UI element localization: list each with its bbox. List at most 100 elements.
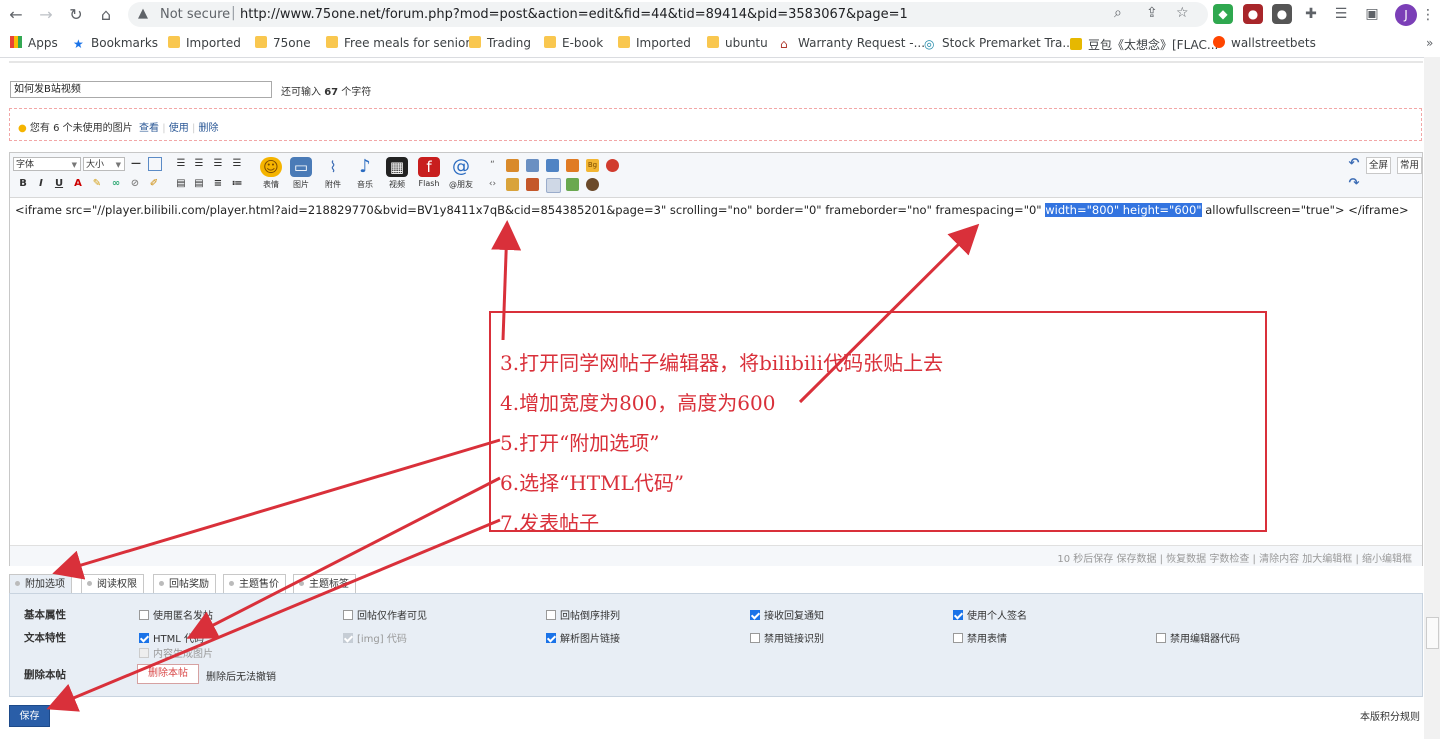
clear-format-icon[interactable]: ✐	[147, 177, 161, 191]
forward-icon[interactable]: →	[34, 4, 58, 26]
checkbox-checked[interactable]	[953, 610, 963, 620]
bookmark-apps[interactable]: Apps	[10, 36, 58, 50]
zoom-icon[interactable]: ⌕	[1114, 5, 1122, 21]
url-text[interactable]: http://www.75one.net/forum.php?mod=post&…	[240, 7, 908, 22]
align-left-icon[interactable]: ☰	[174, 157, 188, 171]
tab-read-permission[interactable]: 阅读权限	[81, 574, 144, 593]
underline-icon[interactable]: U	[52, 177, 66, 191]
delete-link[interactable]: 删除	[199, 123, 219, 134]
tab-extra-options[interactable]: 附加选项	[9, 574, 72, 593]
float-left-icon[interactable]: ▤	[174, 177, 188, 191]
save-button[interactable]: 保存	[9, 705, 50, 727]
tab-reply-reward[interactable]: 回帖奖励	[153, 574, 216, 593]
justify-icon[interactable]: ☰	[230, 157, 244, 171]
attach-button[interactable]: ⌇ 附件	[316, 157, 350, 190]
view-link[interactable]: 查看	[139, 123, 159, 134]
bold-icon[interactable]: B	[16, 177, 30, 191]
bookmark-wallstreetbets[interactable]: wallstreetbets	[1213, 36, 1316, 50]
bookmark-doubao[interactable]: 豆包《太想念》[FLAC...	[1070, 36, 1218, 53]
bg-icon[interactable]: Bg	[586, 159, 599, 172]
qq-icon[interactable]	[606, 159, 619, 172]
option-parse-image-links[interactable]: 解析图片链接	[546, 630, 620, 645]
address-bar[interactable]: ▲ Not secure | http://www.75one.net/foru…	[128, 2, 1208, 27]
undo-icon[interactable]: ↶	[1347, 157, 1361, 171]
profile-avatar[interactable]: J	[1395, 4, 1417, 26]
checkbox-checked[interactable]	[750, 610, 760, 620]
bookmark-ebook[interactable]: E-book	[544, 36, 603, 50]
bookmark-free-meals[interactable]: Free meals for senior	[326, 36, 470, 50]
checkbox[interactable]	[1156, 633, 1166, 643]
quote-icon[interactable]: “	[486, 159, 499, 172]
subject-input[interactable]: 如何发B站视频	[10, 81, 272, 98]
unlink-icon[interactable]: ⊘	[128, 177, 142, 191]
option-reply-notify[interactable]: 接收回复通知	[750, 607, 824, 622]
option-disable-smilies[interactable]: 禁用表情	[953, 630, 1007, 645]
page-break-icon[interactable]	[546, 159, 559, 172]
common-button[interactable]: 常用	[1397, 157, 1422, 174]
checkbox[interactable]	[343, 610, 353, 620]
option-html-code[interactable]: HTML 代码	[139, 630, 204, 645]
code-icon[interactable]: ‹›	[486, 178, 499, 191]
record-icon[interactable]	[586, 178, 599, 191]
bookmark-trading[interactable]: Trading	[469, 36, 531, 50]
align-center-icon[interactable]: ☰	[192, 157, 206, 171]
home-icon[interactable]: ⌂	[94, 4, 118, 26]
index-icon[interactable]	[566, 159, 579, 172]
checkbox-checked[interactable]	[546, 633, 556, 643]
bookmark-stock-premarket[interactable]: ◎ Stock Premarket Tra...	[924, 36, 1074, 50]
bookmark-imported-2[interactable]: Imported	[618, 36, 691, 50]
password-icon[interactable]	[506, 178, 519, 191]
reading-list-icon[interactable]: ☰	[1331, 4, 1351, 24]
float-right-icon[interactable]: ▤	[192, 177, 206, 191]
paid-icon[interactable]	[526, 178, 539, 191]
image-button[interactable]: ▭ 图片	[284, 157, 318, 190]
mention-button[interactable]: @ @朋友	[444, 157, 478, 190]
checkbox-checked[interactable]	[139, 633, 149, 643]
option-disable-link-recognition[interactable]: 禁用链接识别	[750, 630, 824, 645]
music-button[interactable]: ♪ 音乐	[348, 157, 382, 190]
extension-shield-icon[interactable]: ◆	[1213, 4, 1233, 24]
bookmark-ubuntu[interactable]: ubuntu	[707, 36, 768, 50]
italic-icon[interactable]: I	[34, 177, 48, 191]
option-anonymous[interactable]: 使用匿名发帖	[139, 607, 213, 622]
page-scrollbar[interactable]	[1424, 57, 1440, 739]
scrollbar-thumb[interactable]	[1426, 617, 1439, 649]
size-select[interactable]: 大小 ▼	[83, 157, 125, 171]
tab-thread-price[interactable]: 主题售价	[223, 574, 286, 593]
share-icon[interactable]: ⇪	[1146, 5, 1158, 21]
fullscreen-button[interactable]: 全屏	[1366, 157, 1392, 174]
bulleted-list-icon[interactable]: ≔	[230, 177, 244, 191]
checkbox[interactable]	[750, 633, 760, 643]
checkbox[interactable]	[546, 610, 556, 620]
font-color-icon[interactable]: A	[71, 177, 85, 191]
table-insert-icon[interactable]	[546, 178, 561, 193]
redo-icon[interactable]: ↷	[1347, 177, 1361, 191]
horizontal-rule-icon[interactable]: —	[129, 157, 143, 171]
editor-status-text[interactable]: 10 秒后保存 保存数据 | 恢复数据 字数检查 | 清除内容 加大编辑框 | …	[1057, 550, 1412, 565]
option-disable-editor-code[interactable]: 禁用编辑器代码	[1156, 630, 1240, 645]
checkbox[interactable]	[953, 633, 963, 643]
align-right-icon[interactable]: ☰	[211, 157, 225, 171]
ordered-list-icon[interactable]: ≡	[211, 177, 225, 191]
bookmark-75one[interactable]: 75one	[255, 36, 311, 50]
option-signature[interactable]: 使用个人签名	[953, 607, 1027, 622]
font-select[interactable]: 字体 ▼	[13, 157, 81, 171]
bookmarks-overflow-icon[interactable]: »	[1426, 36, 1433, 50]
link-icon[interactable]: ∞	[109, 177, 123, 191]
delete-post-button[interactable]: 删除本帖	[137, 664, 199, 684]
option-reply-author-only[interactable]: 回帖仅作者可见	[343, 607, 427, 622]
star-icon[interactable]: ☆	[1176, 5, 1189, 21]
free-icon[interactable]	[526, 159, 539, 172]
table-icon[interactable]	[148, 157, 162, 171]
extensions-puzzle-icon[interactable]: ✚	[1301, 4, 1321, 24]
reload-icon[interactable]: ↻	[64, 4, 88, 26]
flash-button[interactable]: f Flash	[412, 157, 446, 188]
video-button[interactable]: ▦ 视频	[380, 157, 414, 190]
emoji-button[interactable]: ☺ 表情	[254, 157, 288, 190]
bookmark-bookmarks[interactable]: ★ Bookmarks	[73, 36, 158, 50]
back-icon[interactable]: ←	[4, 4, 28, 26]
checkbox[interactable]	[139, 610, 149, 620]
bookmark-warranty[interactable]: ⌂ Warranty Request -...	[780, 36, 925, 50]
menu-icon[interactable]: ⋮	[1416, 4, 1440, 26]
tab-thread-tags[interactable]: 主题标签	[293, 574, 356, 593]
